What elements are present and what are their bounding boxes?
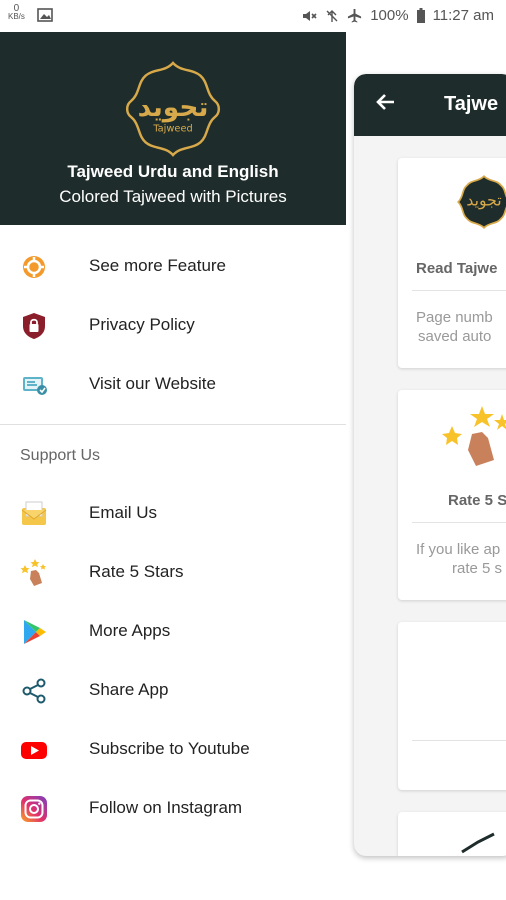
battery-icon [416, 8, 425, 23]
card-desc-1: Page numb [416, 309, 493, 326]
support-section-label: Support Us [20, 447, 101, 464]
menu-item-label: Share App [89, 680, 169, 699]
net-speed-unit: KB/s [8, 12, 25, 21]
logo-arabic-text: تجويد [138, 92, 209, 123]
drawer-header: تجويد Tajweed Tajweed Urdu and English C… [0, 32, 346, 225]
mute-icon [303, 10, 317, 21]
website-icon [23, 377, 47, 395]
background-toolbar: Tajwe [354, 74, 506, 136]
tajweed-logo-icon: تجويد Tajweed [125, 61, 221, 157]
card-rate-5-stars[interactable]: Rate 5 S If you like ap rate 5 s [398, 390, 506, 600]
status-bar: 0 KB/s 100% 11:27 am [0, 0, 506, 32]
card-desc-2: rate 5 s [452, 560, 503, 577]
menu-item-label: Privacy Policy [89, 315, 195, 334]
instagram-icon [21, 796, 47, 822]
no-signal-icon [326, 9, 338, 22]
menu-item-label: Follow on Instagram [89, 798, 243, 817]
clock: 11:27 am [432, 7, 494, 24]
menu-item-privacy-policy[interactable]: Privacy Policy [0, 297, 346, 355]
menu-item-subscribe-youtube[interactable]: Subscribe to Youtube [0, 721, 346, 779]
background-panel: Tajwe تجويد Read Tajwe Page numb saved a… [354, 74, 506, 856]
menu-item-share-app[interactable]: Share App [0, 662, 346, 720]
card-divider [412, 740, 506, 741]
card-desc-1: If you like ap [416, 541, 501, 558]
card-share[interactable] [398, 812, 506, 856]
menu-item-label: Visit our Website [89, 374, 216, 393]
menu-item-label: See more Feature [89, 256, 227, 275]
background-toolbar-title: Tajwe [444, 93, 499, 115]
navigation-drawer: تجويد Tajweed Tajweed Urdu and English C… [0, 32, 346, 900]
network-speed: 0 KB/s [8, 4, 25, 21]
card-title: Read Tajwe [416, 260, 498, 277]
card-desc-2: saved auto [418, 328, 492, 345]
menu-item-visit-website[interactable]: Visit our Website [0, 356, 346, 414]
menu-item-rate-5-stars[interactable]: Rate 5 Stars [0, 544, 346, 602]
menu-item-email-us[interactable]: Email Us [0, 485, 346, 543]
card-read-tajweed[interactable]: تجويد Read Tajwe Page numb saved auto [398, 158, 506, 368]
rate-stars-icon [20, 559, 46, 586]
drawer-divider [0, 424, 346, 425]
menu-item-label: Rate 5 Stars [89, 562, 184, 581]
card-title: Rate 5 S [448, 492, 506, 509]
rate-hand-icon [442, 406, 506, 466]
share-icon [22, 678, 46, 704]
card-blank[interactable] [398, 622, 506, 790]
menu-item-label: Subscribe to Youtube [89, 739, 250, 758]
gallery-icon [37, 8, 53, 22]
gear-icon [23, 256, 45, 278]
menu-item-more-apps[interactable]: More Apps [0, 603, 346, 661]
back-arrow-icon[interactable] [374, 90, 396, 118]
menu-item-follow-instagram[interactable]: Follow on Instagram [0, 780, 346, 838]
battery-percent: 100% [370, 7, 409, 24]
share-graphic-icon [461, 832, 495, 854]
menu-item-see-more-feature[interactable]: See more Feature [0, 238, 346, 296]
card-divider [412, 290, 506, 291]
logo-latin-text: Tajweed [152, 124, 192, 135]
menu-item-label: More Apps [89, 621, 171, 640]
card-divider [412, 522, 506, 523]
drawer-title: Tajweed Urdu and English [67, 162, 279, 181]
airplane-mode-icon [348, 8, 362, 23]
tajweed-logo-icon: تجويد [457, 175, 506, 229]
menu-item-label: Email Us [89, 503, 158, 522]
lock-icon [23, 313, 45, 339]
youtube-icon [21, 742, 47, 759]
email-icon [21, 501, 47, 525]
svg-text:تجويد: تجويد [466, 190, 501, 210]
drawer-subtitle: Colored Tajweed with Pictures [59, 187, 287, 206]
play-store-icon [24, 620, 46, 644]
